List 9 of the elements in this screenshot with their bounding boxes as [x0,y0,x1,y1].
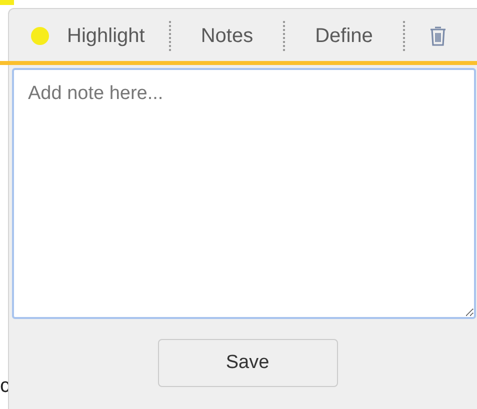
toolbar-button[interactable]: Define [309,21,379,51]
delete-button[interactable] [428,25,447,47]
note-field[interactable]: Add note here... [12,68,476,319]
save-button[interactable]: Save [158,339,338,387]
highlight-mark [0,0,14,5]
highlight-label: Highlight [67,24,145,49]
highlight-button[interactable]: Highlight [31,21,145,51]
trash-icon [428,25,447,47]
toolbar-button[interactable]: Notes [194,21,260,51]
